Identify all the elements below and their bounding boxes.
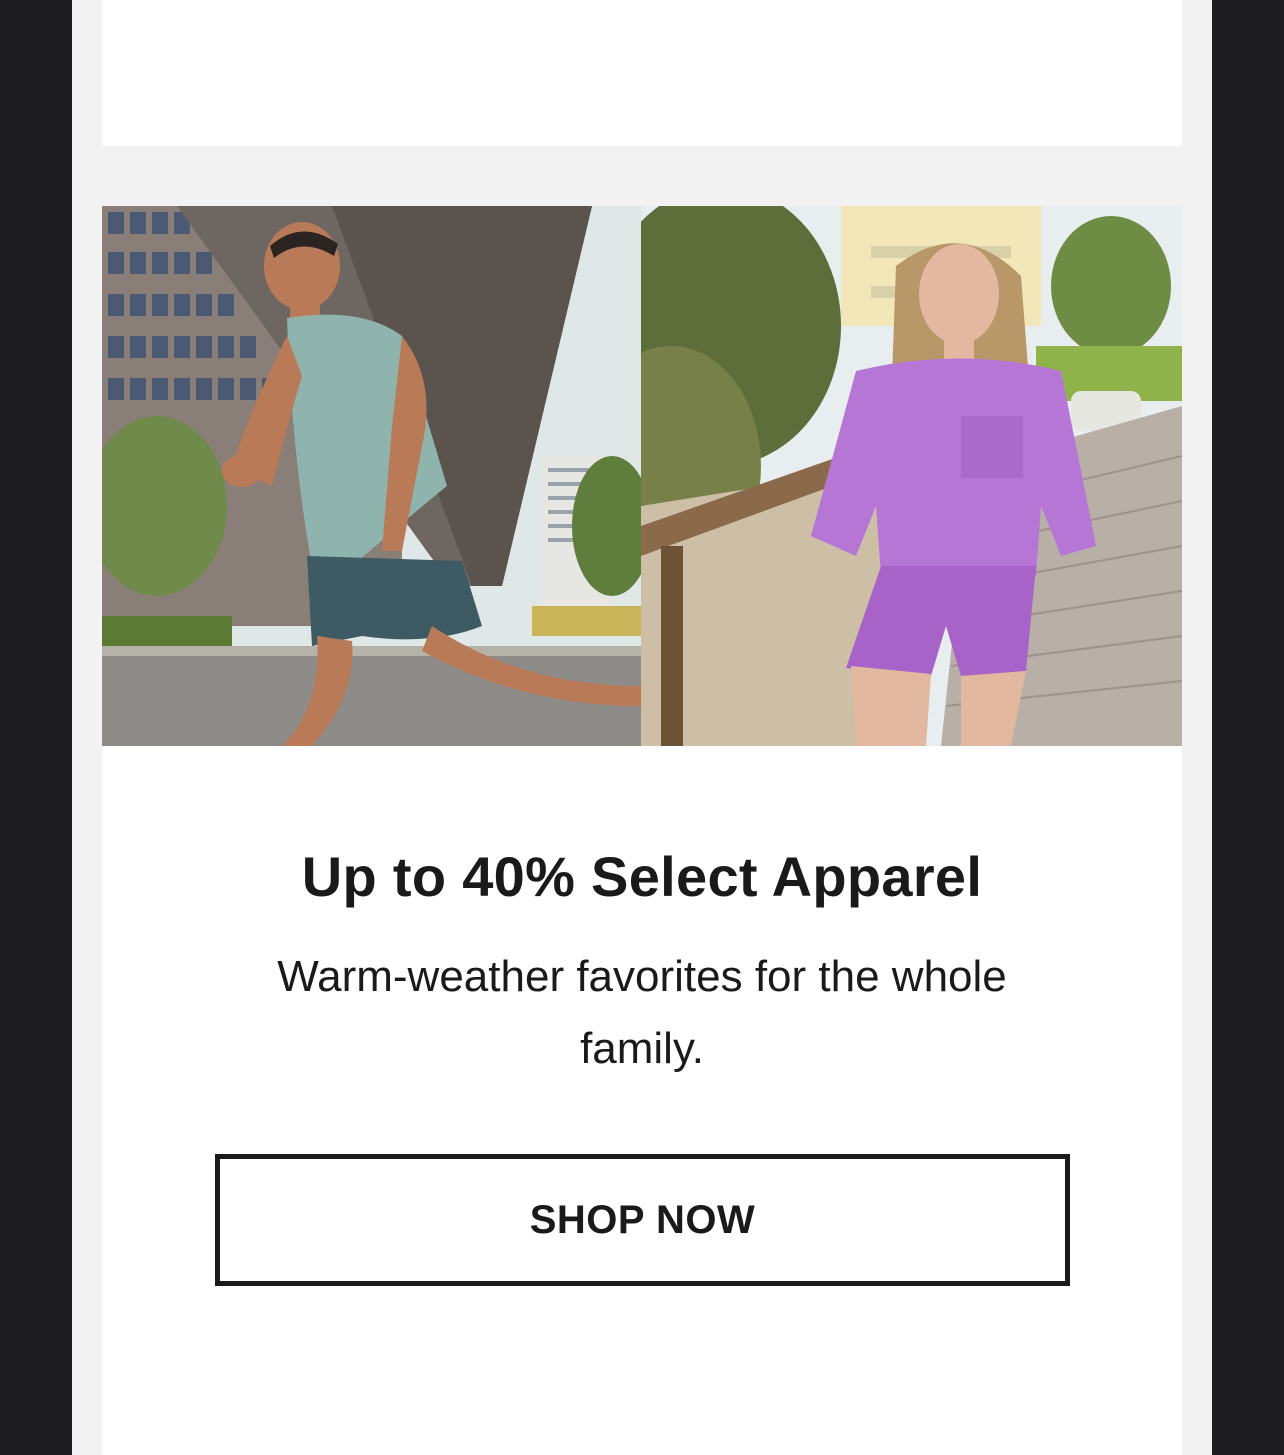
woman-boardwalk-photo bbox=[641, 206, 1182, 746]
man-running-photo bbox=[102, 206, 641, 746]
email-frame: Up to 40% Select Apparel Warm-weather fa… bbox=[72, 0, 1212, 1455]
shop-now-button[interactable]: SHOP NOW bbox=[215, 1154, 1070, 1286]
hero-image[interactable] bbox=[102, 206, 1182, 746]
promo-headline: Up to 40% Select Apparel bbox=[301, 845, 983, 908]
promo-card: Up to 40% Select Apparel Warm-weather fa… bbox=[102, 206, 1182, 1455]
promo-subtext: Warm-weather favorites for the whole fam… bbox=[277, 952, 1007, 1073]
previous-content-card bbox=[102, 0, 1182, 146]
